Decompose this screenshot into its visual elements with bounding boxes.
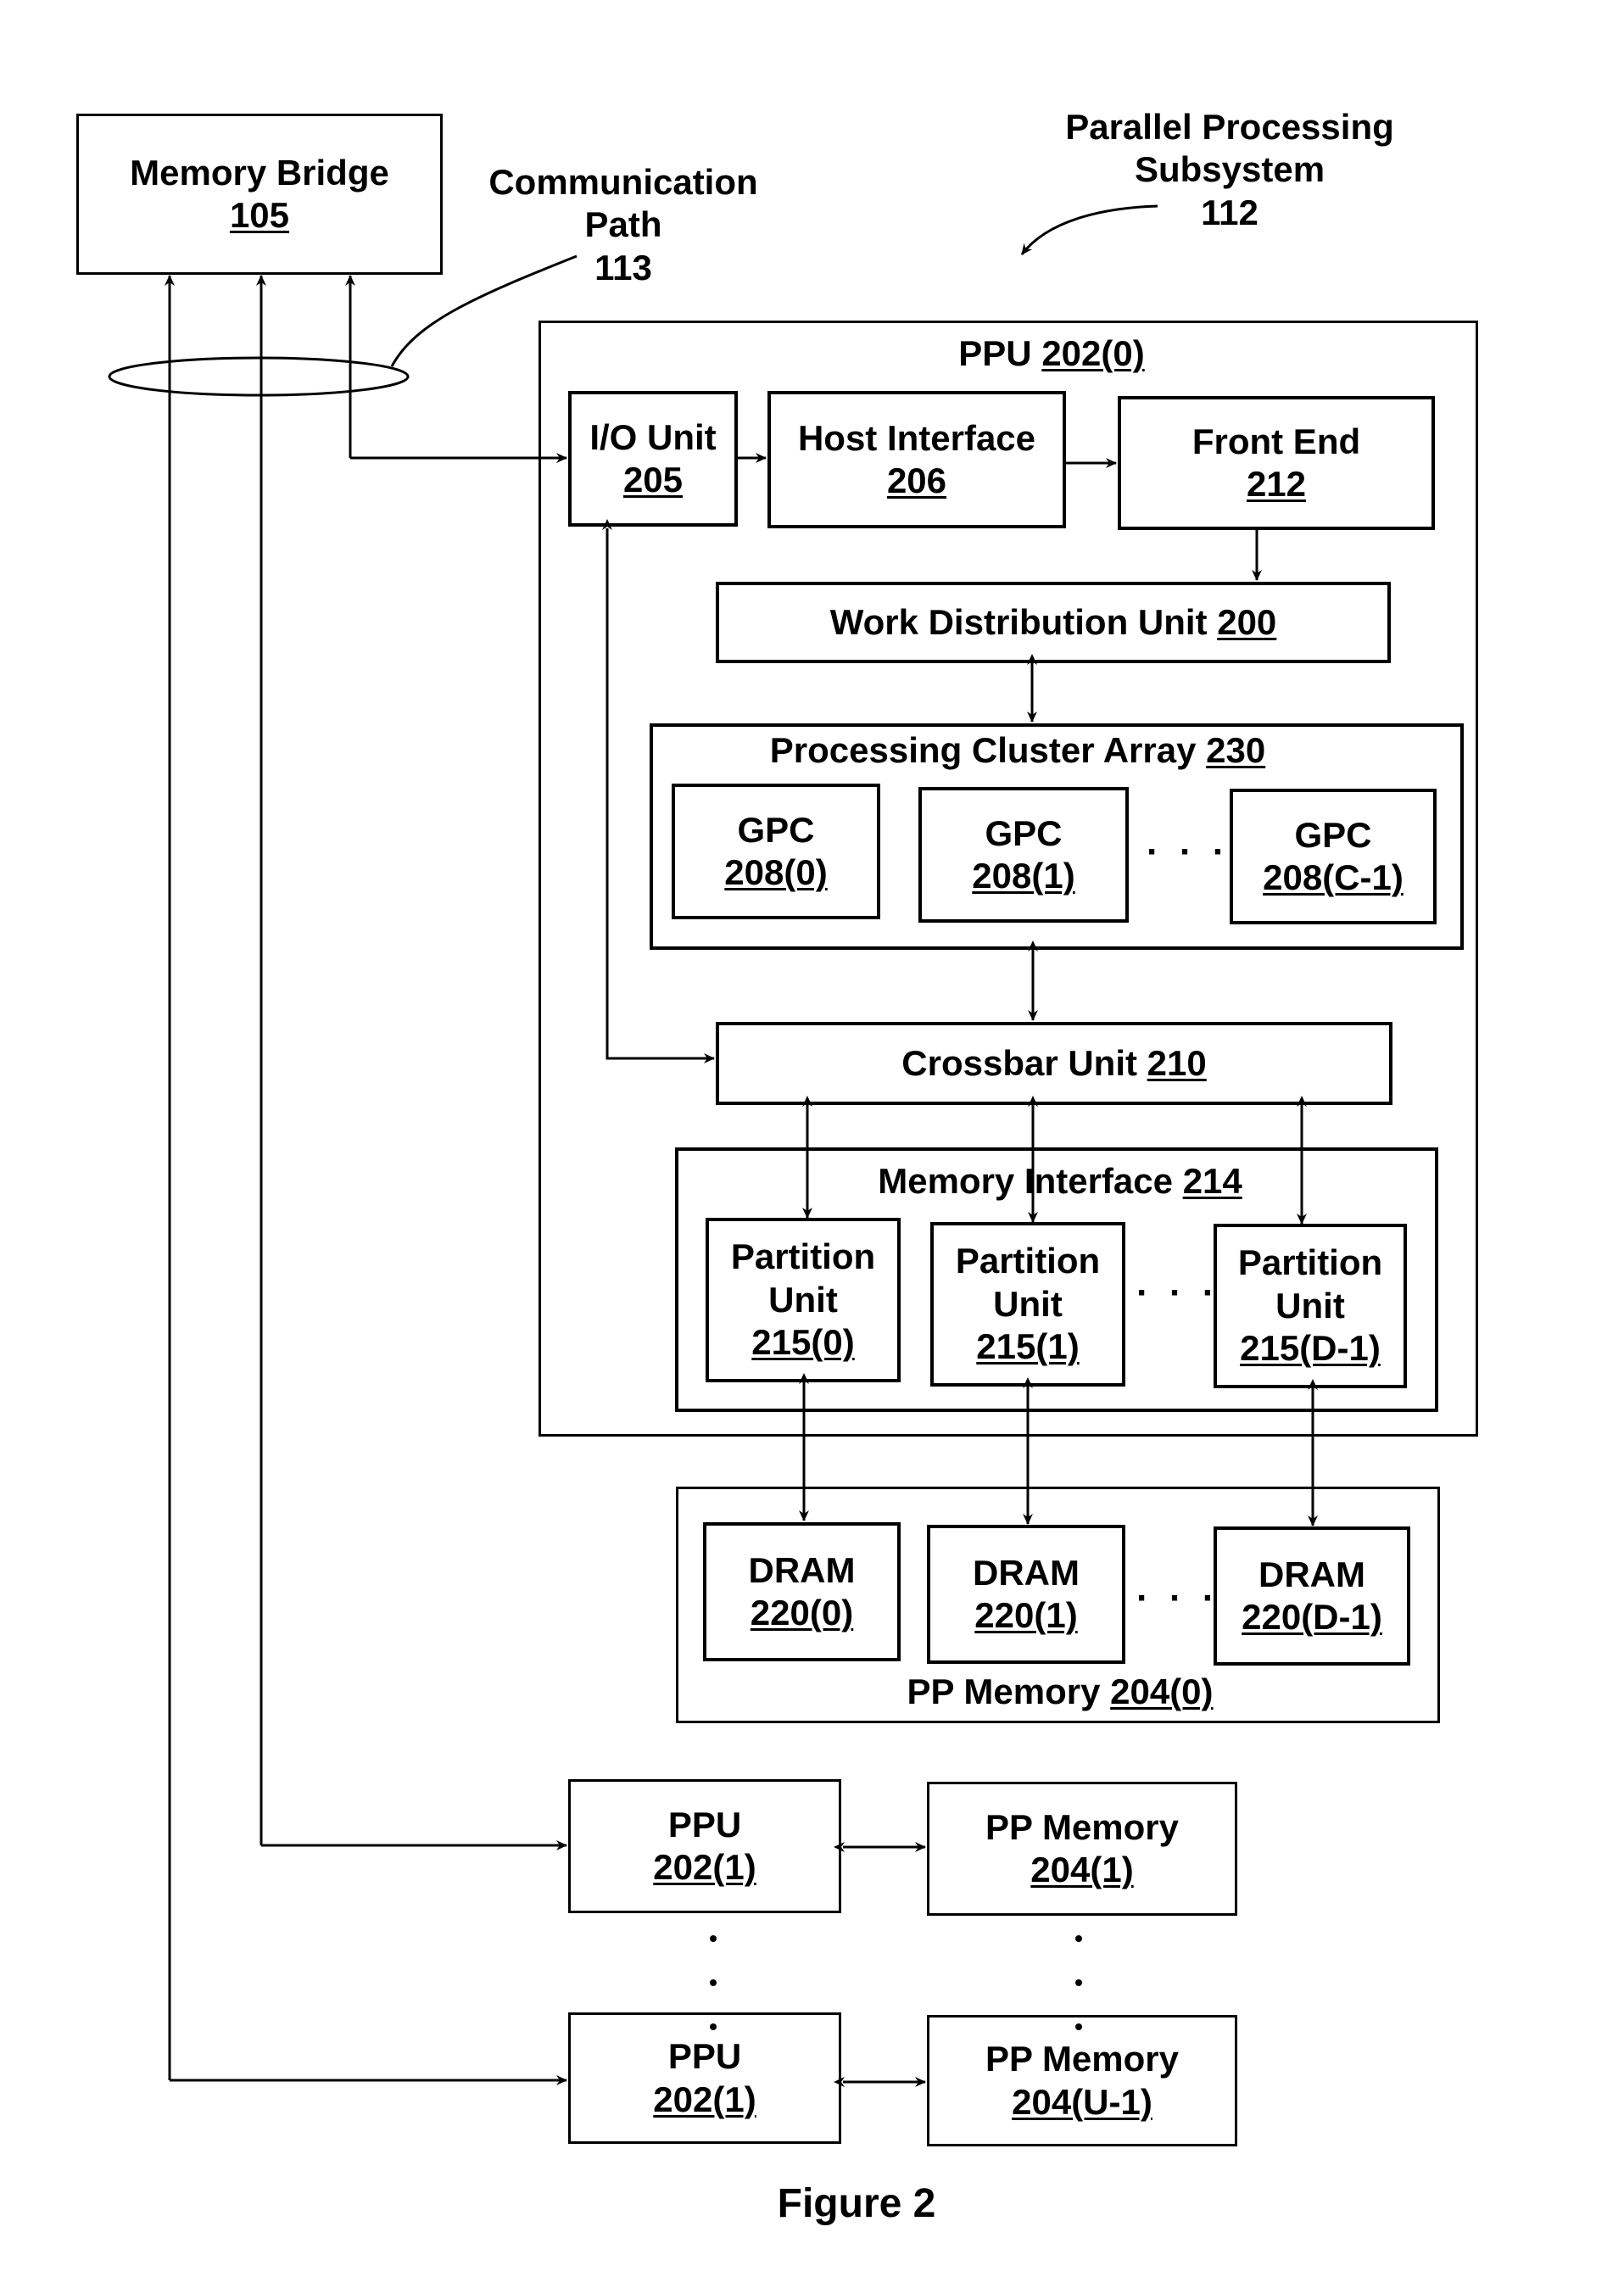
partition-label-unit: Unit (993, 1283, 1063, 1324)
memory-bridge-label: Memory Bridge (130, 152, 389, 193)
gpc-box: GPC 208(0) (672, 784, 880, 919)
dram-ref: 220(D-1) (1242, 1597, 1382, 1637)
pca-ref: 230 (1206, 730, 1266, 770)
memory-bridge-box: Memory Bridge 105 (76, 114, 443, 275)
pp-memory1-ref: 204(1) (1030, 1850, 1134, 1889)
work-distribution-box: Work Distribution Unit 200 (716, 582, 1391, 663)
pp-memory-last-label: PP Memory (985, 2039, 1179, 2079)
comm-path-callout-line1: Communication (488, 162, 758, 202)
pp-memory0-label: PP Memory (907, 1671, 1101, 1711)
comm-path-ellipse (108, 356, 410, 397)
partition-ref: 215(D-1) (1240, 1328, 1381, 1369)
gpc-label: GPC (1294, 814, 1372, 855)
dram-box: DRAM 220(1) (927, 1525, 1125, 1664)
partition-ellipsis: · · · (1136, 1272, 1220, 1314)
memory-interface-ref: 214 (1182, 1161, 1242, 1201)
subsystem-callout-line2: Subsystem (1134, 149, 1325, 190)
dram-box: DRAM 220(0) (703, 1522, 901, 1661)
ppu1-ref: 202(1) (653, 1847, 756, 1887)
front-end-label: Front End (1191, 421, 1361, 461)
gpc-box: GPC 208(C-1) (1230, 789, 1437, 924)
figure-caption: Figure 2 (777, 2181, 936, 2226)
pp-memory0-title: PP Memory 204(0) (763, 1671, 1357, 1713)
gpc-ref: 208(1) (972, 856, 1075, 896)
front-end-ref: 212 (1246, 464, 1307, 504)
pp-memory-last-ref: 204(U-1) (1012, 2081, 1152, 2122)
dram-ellipsis: · · · (1136, 1577, 1220, 1619)
partition-label: Partition (1237, 1242, 1383, 1283)
dram-box: DRAM 220(D-1) (1214, 1526, 1410, 1666)
partition-label-unit: Unit (1275, 1285, 1345, 1325)
dram-label: DRAM (1258, 1554, 1365, 1594)
gpc-label: GPC (737, 809, 815, 850)
ppu0-title-name: PPU (958, 333, 1032, 373)
comm-path-callout-ref: 113 (594, 247, 652, 287)
subsystem-callout-line1: Parallel Processing (1065, 107, 1394, 147)
io-unit-label: I/O Unit (589, 416, 717, 457)
pp-memory-last-box: PP Memory 204(U-1) (927, 2015, 1237, 2146)
partition-unit-box: Partition Unit 215(0) (706, 1218, 901, 1382)
crossbar-box: Crossbar Unit 210 (716, 1022, 1392, 1105)
comm-path-callout-line2: Path (584, 204, 662, 245)
partition-ref: 215(1) (976, 1326, 1080, 1367)
pca-title: Processing Cluster Array 230 (678, 729, 1357, 772)
io-unit-ref: 205 (622, 460, 684, 499)
comm-path-callout: Communication Path 113 (475, 161, 772, 289)
gpc-box: GPC 208(1) (918, 787, 1129, 923)
host-interface-label: Host Interface (797, 417, 1036, 458)
dram-ref: 220(1) (974, 1595, 1078, 1635)
pp-memory1-label: PP Memory (985, 1806, 1179, 1847)
ppu-last-box: PPU 202(1) (568, 2012, 841, 2144)
io-unit-box: I/O Unit 205 (568, 391, 738, 527)
work-distribution-ref: 200 (1217, 601, 1277, 642)
ppu0-title: PPU 202(0) (848, 332, 1255, 375)
dram-ref: 220(0) (750, 1593, 854, 1632)
gpc-ref: 208(0) (724, 852, 828, 892)
ppu0-title-ref: 202(0) (1041, 333, 1145, 373)
dram-label: DRAM (748, 1549, 856, 1590)
pp-memory0-ref: 204(0) (1110, 1671, 1214, 1711)
ppu1-box: PPU 202(1) (568, 1779, 841, 1913)
pca-label: Processing Cluster Array (769, 730, 1197, 770)
memory-interface-label: Memory Interface (878, 1161, 1174, 1201)
partition-unit-box: Partition Unit 215(1) (930, 1222, 1125, 1387)
ppu-last-ref: 202(1) (653, 2079, 756, 2119)
memory-bridge-ref: 105 (229, 195, 290, 235)
subsystem-callout: Parallel Processing Subsystem 112 (1018, 106, 1442, 234)
pp-memory1-box: PP Memory 204(1) (927, 1782, 1237, 1916)
partition-unit-box: Partition Unit 215(D-1) (1214, 1224, 1407, 1388)
dram-label: DRAM (973, 1552, 1080, 1593)
partition-label: Partition (955, 1241, 1101, 1281)
crossbar-label: Crossbar Unit (901, 1042, 1137, 1083)
work-distribution-label: Work Distribution Unit (829, 601, 1208, 642)
crossbar-ref: 210 (1147, 1042, 1207, 1083)
ppu-last-label: PPU (667, 2036, 742, 2077)
memory-interface-title: Memory Interface 214 (763, 1160, 1357, 1203)
host-interface-ref: 206 (886, 460, 947, 500)
partition-label-unit: Unit (768, 1279, 838, 1320)
gpc-label: GPC (985, 812, 1063, 853)
front-end-box: Front End 212 (1118, 396, 1435, 530)
host-interface-box: Host Interface 206 (767, 391, 1066, 528)
gpc-ref: 208(C-1) (1263, 857, 1404, 897)
ppu1-label: PPU (667, 1804, 742, 1844)
gpc-ellipsis: · · · (1147, 831, 1231, 873)
partition-ref: 215(0) (751, 1322, 855, 1363)
partition-label: Partition (730, 1236, 876, 1277)
subsystem-callout-ref: 112 (1201, 192, 1258, 232)
